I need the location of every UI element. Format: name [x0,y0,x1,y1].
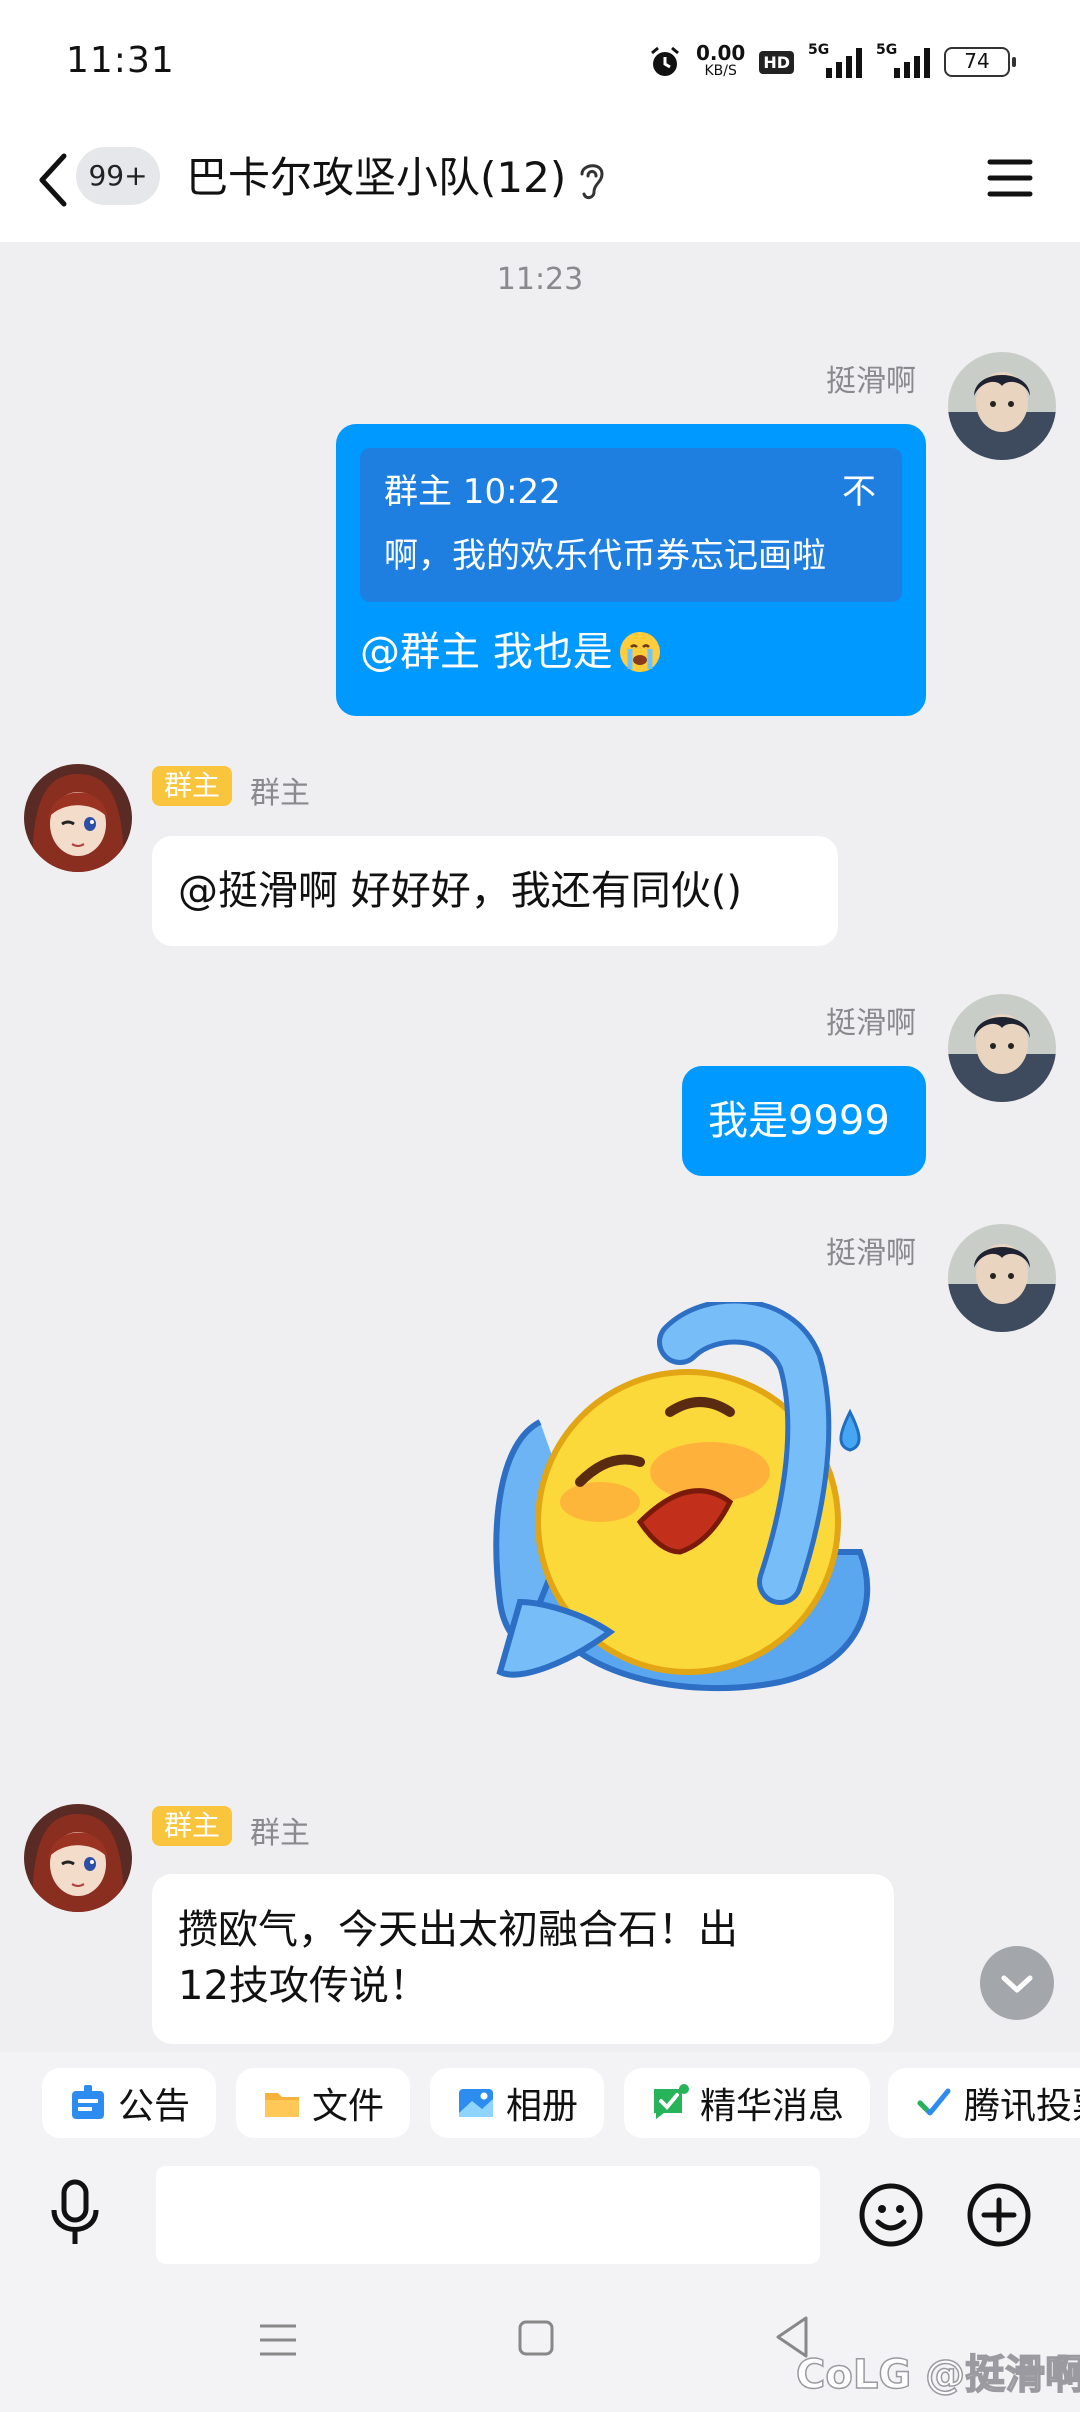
plus-icon[interactable] [966,2182,1032,2248]
chat-area[interactable]: 11:23 挺滑啊 群主 10:22 不 啊，我的欢乐代币券忘记画啦 @群主 我… [0,242,1080,2052]
message-text: 我是9999 [708,1098,890,1144]
essence-icon [654,2084,689,2119]
chip-label: 腾讯投票 [964,2086,1080,2127]
chip-album[interactable]: 相册 [430,2068,605,2138]
emoji-icon[interactable] [858,2182,924,2248]
home-icon[interactable] [516,2318,556,2358]
alarm-icon [651,46,679,76]
message-bubble[interactable]: 攒欧气，今天出太初融合石！出 12技攻传说！ [152,1874,894,2044]
input-bar [0,2148,1080,2278]
announcement-icon [72,2085,104,2119]
menu-icon[interactable] [984,152,1036,204]
chip-label: 相册 [506,2086,579,2127]
status-time: 11:31 [66,40,175,81]
crying-emoji-icon [619,632,660,672]
battery-icon: 74 [944,47,1016,77]
page-title[interactable]: 巴卡尔攻坚小队(12) [186,148,566,208]
system-nav-bar: CoLG @挺滑啊 [0,2278,1080,2412]
avatar[interactable] [948,352,1056,460]
message-text-line: 攒欧气，今天出太初融合石！出 [178,1907,738,1953]
message-text-line: 12技攻传说！ [178,1963,429,2009]
scroll-down-button[interactable] [980,1946,1054,2020]
recent-apps-icon[interactable] [256,2318,300,2362]
message-text: @挺滑啊 好好好，我还有同伙() [178,868,742,914]
quoted-message[interactable]: 群主 10:22 不 啊，我的欢乐代币券忘记画啦 [360,448,902,602]
unread-badge[interactable]: 99+ [76,147,160,205]
quote-header: 群主 10:22 [384,472,561,512]
avatar[interactable] [24,764,132,872]
chat-header: 99+ 巴卡尔攻坚小队(12) [0,120,1080,242]
avatar[interactable] [948,1224,1056,1332]
sender-name: 群主 [250,776,310,811]
chip-label: 公告 [118,2086,191,2127]
vote-icon [917,2088,951,2116]
signal-icon-2: 5G [876,42,930,78]
chip-vote[interactable]: 腾讯投票 [888,2068,1080,2138]
hd-icon: HD [759,50,794,74]
net-speed: 0.00 KB/S [696,43,745,80]
quote-extra: 不 [842,472,876,512]
signal-2-label: 5G [876,42,898,58]
avatar[interactable] [24,1804,132,1912]
quote-body: 啊，我的欢乐代币券忘记画啦 [384,536,826,576]
avatar[interactable] [948,994,1056,1102]
album-icon [459,2089,493,2117]
chip-label: 文件 [312,2086,385,2127]
message-bubble[interactable]: 群主 10:22 不 啊，我的欢乐代币券忘记画啦 @群主 我也是 [336,424,926,716]
message-text: @群主 我也是 [360,629,613,675]
sender-name: 挺滑啊 [826,1236,916,1271]
signal-1-label: 5G [808,42,830,58]
chat-timestamp: 11:23 [496,262,584,297]
status-bar: 11:31 0.00 KB/S HD 5G 5G 74 [0,0,1080,120]
sender-name: 挺滑啊 [826,1006,916,1041]
message-bubble[interactable]: 我是9999 [682,1066,926,1176]
signal-icon-1: 5G [808,42,862,78]
status-icons: 0.00 KB/S HD 5G 5G 74 [648,38,1016,86]
quick-actions-bar[interactable]: 公告 文件 相册 精华消息 腾讯投票 [0,2052,1080,2148]
back-icon[interactable] [32,150,76,210]
microphone-icon[interactable] [44,2178,106,2248]
chip-essence[interactable]: 精华消息 [624,2068,871,2138]
message-input[interactable] [156,2166,820,2264]
sender-name: 群主 [250,1816,310,1851]
folder-icon [265,2093,299,2117]
crying-face-sticker[interactable] [480,1302,920,1742]
chevron-down-icon [1001,1975,1033,1993]
role-badge: 群主 [152,766,233,806]
chip-files[interactable]: 文件 [236,2068,411,2138]
role-badge: 群主 [152,1806,233,1846]
chip-label: 精华消息 [700,2086,845,2127]
message-bubble[interactable]: @挺滑啊 好好好，我还有同伙() [152,836,838,946]
sender-name: 挺滑啊 [826,364,916,399]
ear-icon[interactable] [572,156,612,204]
chip-announcement[interactable]: 公告 [42,2068,217,2138]
watermark: CoLG @挺滑啊 [795,2351,1080,2399]
